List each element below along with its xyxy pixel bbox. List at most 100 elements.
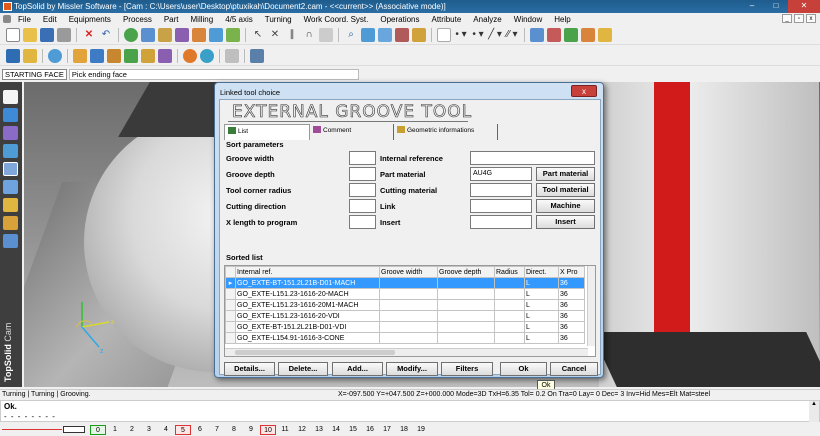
table-row[interactable]: GO_EXTE-L151.23-1616-20M1-MACH L 36: [225, 299, 585, 311]
postprocessor-icon[interactable]: [225, 48, 239, 63]
table-row[interactable]: GO_EXTE-L151.23-1616-20-VDI L 36: [225, 310, 585, 322]
drill-icon[interactable]: [107, 48, 121, 63]
document-list-icon[interactable]: [250, 48, 264, 63]
menu-turning[interactable]: Turning: [259, 15, 298, 24]
layer-button[interactable]: 7: [209, 425, 225, 435]
column-header[interactable]: Direct.: [524, 266, 559, 278]
layer-button[interactable]: 9: [243, 425, 259, 435]
menu-edit[interactable]: Edit: [37, 15, 63, 24]
layer-button[interactable]: 18: [396, 425, 412, 435]
save-icon[interactable]: [40, 27, 54, 42]
document-icon[interactable]: [3, 15, 11, 23]
flag-icon[interactable]: [23, 48, 37, 63]
horizontal-scrollbar[interactable]: [225, 348, 588, 356]
zoom-icon[interactable]: [141, 27, 155, 42]
tools-icon[interactable]: [3, 234, 18, 248]
column-header[interactable]: Groove depth: [437, 266, 495, 278]
contour-icon[interactable]: [141, 48, 155, 63]
open-icon[interactable]: [23, 27, 37, 42]
sorted-tool-list[interactable]: Internal ref. Groove width Groove depth …: [224, 265, 596, 357]
menu-window[interactable]: Window: [508, 15, 548, 24]
delete-icon[interactable]: ✕: [82, 28, 96, 42]
menu-process[interactable]: Process: [117, 15, 158, 24]
column-header[interactable]: Internal ref.: [235, 266, 380, 278]
modify-button[interactable]: Modify...: [386, 362, 438, 376]
menu-attribute[interactable]: Attribute: [426, 15, 468, 24]
dialog-close-button[interactable]: x: [571, 85, 597, 97]
details-button[interactable]: Details...: [224, 362, 275, 376]
menu-milling[interactable]: Milling: [185, 15, 220, 24]
cross-icon[interactable]: ✕: [268, 28, 282, 42]
tab-geometric-informations[interactable]: Geometric informations: [394, 124, 498, 140]
layer-button[interactable]: 12: [294, 425, 310, 435]
filters-button[interactable]: Filters: [441, 362, 493, 376]
menu-45-axis[interactable]: 4/5 axis: [219, 15, 259, 24]
insert-input[interactable]: [470, 215, 532, 229]
layer-button[interactable]: 2: [124, 425, 140, 435]
tooling-icon[interactable]: [3, 198, 18, 212]
machine-icon[interactable]: [6, 48, 20, 63]
vertical-scrollbar[interactable]: [587, 266, 595, 346]
mdi-minimize-button[interactable]: _: [782, 14, 792, 23]
current-line-style[interactable]: [2, 429, 62, 430]
sketch-icon[interactable]: [3, 90, 18, 104]
current-fill-style[interactable]: [63, 426, 85, 433]
link-input[interactable]: [470, 199, 532, 213]
wizard-icon[interactable]: [598, 27, 612, 42]
delete-button[interactable]: Delete...: [278, 362, 328, 376]
render-icon[interactable]: [226, 27, 240, 42]
layer-button[interactable]: 16: [362, 425, 378, 435]
menu-equipments[interactable]: Equipments: [63, 15, 117, 24]
stock-icon[interactable]: [48, 48, 62, 63]
color-swatch-icon[interactable]: [437, 27, 451, 42]
layer-button[interactable]: 1: [107, 425, 123, 435]
shape-icon[interactable]: [3, 108, 18, 122]
tool-icon[interactable]: [547, 27, 561, 42]
line-style-icon[interactable]: • ▾: [454, 28, 468, 42]
curve-icon[interactable]: [3, 144, 18, 158]
layer-button[interactable]: 11: [277, 425, 293, 435]
layer-button[interactable]: 15: [345, 425, 361, 435]
select-icon[interactable]: ↖: [251, 28, 265, 42]
groove-depth-input[interactable]: [349, 167, 376, 181]
column-header[interactable]: Groove width: [379, 266, 438, 278]
menu-help[interactable]: Help: [548, 15, 576, 24]
layer-button[interactable]: 14: [328, 425, 344, 435]
add-button[interactable]: Add...: [332, 362, 383, 376]
menu-operations[interactable]: Operations: [374, 15, 425, 24]
cutting-direction-input[interactable]: [349, 199, 376, 213]
magnifier-icon[interactable]: ⌕: [344, 28, 358, 42]
profile-icon[interactable]: [158, 48, 172, 63]
mdi-close-button[interactable]: x: [806, 14, 816, 23]
console-scrollbar[interactable]: ▲: [809, 401, 819, 422]
close-button[interactable]: ✕: [788, 0, 820, 13]
x-length-input[interactable]: [349, 215, 376, 229]
magnet-icon[interactable]: ∩: [302, 28, 316, 42]
layer-button[interactable]: 17: [379, 425, 395, 435]
menu-file[interactable]: File: [12, 15, 37, 24]
layers-icon[interactable]: [158, 27, 172, 42]
snapshot-icon[interactable]: [581, 27, 595, 42]
layer-button[interactable]: 5: [175, 424, 191, 435]
fit-icon[interactable]: [361, 27, 375, 42]
toolpath-icon[interactable]: [90, 48, 104, 63]
cancel-button[interactable]: Cancel: [550, 362, 598, 376]
table-row[interactable]: GO_EXTE-L151.23-1616-20-MACH L 36: [225, 288, 585, 300]
assembly-icon[interactable]: [3, 216, 18, 230]
minimize-button[interactable]: –: [740, 0, 764, 13]
view-icon[interactable]: [209, 27, 223, 42]
print-icon[interactable]: [57, 27, 71, 42]
tab-list[interactable]: List: [224, 124, 310, 140]
new-icon[interactable]: [6, 27, 20, 42]
table-row[interactable]: GO_EXTE-BT-151.2L21B-D01-VDI L 36: [225, 321, 585, 333]
color-icon[interactable]: [395, 27, 409, 42]
layer-button[interactable]: 6: [192, 425, 208, 435]
attributes-icon[interactable]: [175, 27, 189, 42]
menu-analyze[interactable]: Analyze: [467, 15, 507, 24]
tool-corner-radius-input[interactable]: [349, 183, 376, 197]
column-header[interactable]: X Pro: [558, 266, 585, 278]
hatch-icon[interactable]: ⁄⁄ ▾: [505, 28, 519, 42]
groove-width-input[interactable]: [349, 151, 376, 165]
regenerate-icon[interactable]: [124, 27, 138, 42]
mdi-restore-button[interactable]: ▫: [794, 14, 804, 23]
